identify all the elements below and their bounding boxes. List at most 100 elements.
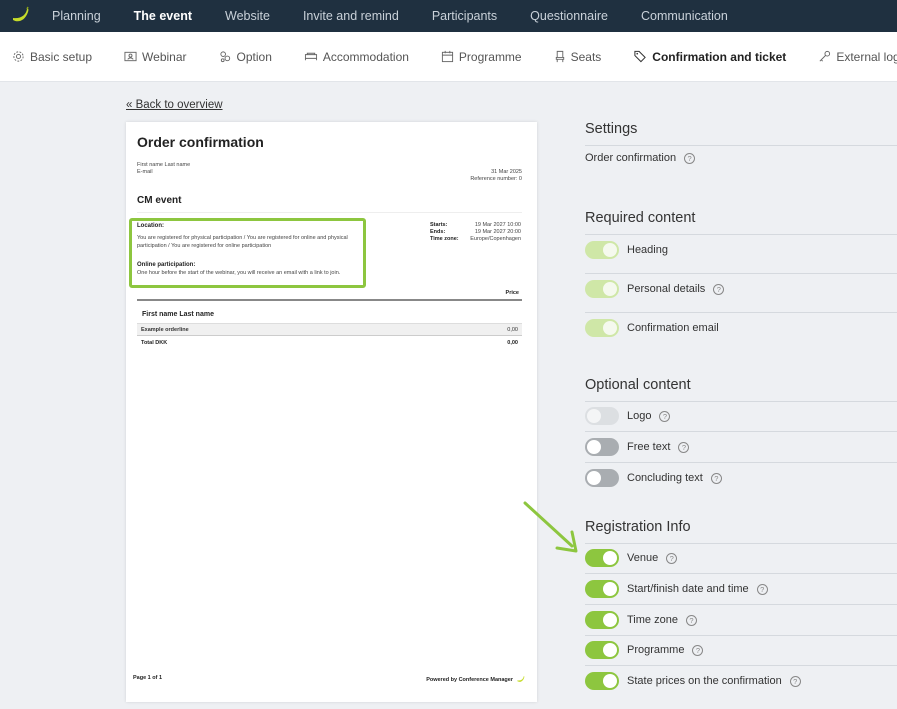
required-content-heading: Required content [585, 210, 696, 226]
subtab-accommodation-label: Accommodation [322, 49, 409, 64]
ticket-icon [634, 50, 647, 63]
subtab-option-label: Option [236, 49, 272, 64]
divider [585, 145, 897, 146]
order-line-label: Example orderline [141, 326, 189, 333]
subtab-webinar-label: Webinar [142, 49, 187, 64]
help-icon[interactable]: ? [756, 583, 768, 595]
help-icon[interactable]: ? [684, 152, 696, 164]
help-icon[interactable]: ? [692, 644, 704, 656]
setting-concluding-text: Concluding text ? [585, 469, 722, 487]
subtab-seats[interactable]: Seats [554, 50, 601, 64]
start-finish-label: Start/finish date and time [627, 583, 749, 595]
divider [585, 573, 897, 574]
subtab-confirmation-and-ticket[interactable]: Confirmation and ticket [633, 50, 786, 64]
personal-details-label: Personal details [627, 283, 706, 295]
setting-confirmation-email: Confirmation email [585, 319, 719, 337]
preview-attendee-name: First name Last name [142, 311, 214, 318]
ends-label: Ends: [430, 229, 446, 235]
preview-title: Order confirmation [137, 134, 264, 150]
total-label: Total DKK [141, 340, 168, 346]
subtab-basic-setup-label: Basic setup [30, 49, 93, 64]
preview-page-info: Page 1 of 1 [133, 675, 163, 681]
personal-details-toggle[interactable] [585, 280, 619, 298]
confirmation-email-label: Confirmation email [627, 322, 719, 334]
preview-personal-details: First name Last name E-mail [137, 162, 190, 176]
setting-logo: Logo ? [585, 407, 671, 425]
preview-event-name: CM event [137, 195, 182, 206]
subtab-external-login-label: External login [836, 49, 897, 64]
start-finish-toggle[interactable] [585, 580, 619, 598]
help-icon[interactable]: ? [713, 283, 725, 295]
subtab-basic-setup[interactable]: Basic setup [12, 50, 92, 64]
subtab-option[interactable]: Option [219, 50, 272, 64]
optional-content-heading: Optional content [585, 377, 691, 393]
logo-toggle[interactable] [585, 407, 619, 425]
tab-the-event[interactable]: The event [134, 9, 192, 23]
setting-start-finish: Start/finish date and time ? [585, 580, 768, 598]
venue-highlight-box [129, 218, 366, 288]
timezone-value: Europe/Copenhagen [470, 236, 521, 242]
back-to-overview-link[interactable]: « Back to overview [126, 99, 223, 111]
divider [585, 604, 897, 605]
setting-venue: Venue ? [585, 549, 678, 567]
settings-heading: Settings [585, 121, 638, 137]
setting-personal-details: Personal details ? [585, 280, 725, 298]
preview-online-label: Online participation: [137, 262, 196, 268]
preview-times: Starts: 19 Mar 2027 10:00 Ends: 19 Mar 202… [430, 222, 521, 243]
subtab-accommodation[interactable]: Accommodation [304, 50, 409, 64]
help-icon[interactable]: ? [678, 441, 690, 453]
divider [585, 401, 897, 402]
tab-invite-and-remind[interactable]: Invite and remind [303, 9, 399, 23]
preview-email: E-mail [137, 169, 153, 175]
tab-communication[interactable]: Communication [641, 9, 728, 23]
divider [585, 543, 897, 544]
preview-location-text: You are registered for physical particip… [137, 235, 348, 249]
help-icon[interactable]: ? [659, 410, 671, 422]
heading-toggle[interactable] [585, 241, 619, 259]
order-line-price: 0,00 [507, 326, 518, 333]
annotation-arrow-icon [523, 501, 578, 553]
state-prices-label: State prices on the confirmation [627, 675, 782, 687]
venue-label: Venue [627, 552, 659, 564]
preview-powered-by: Powered by Conference Manager [426, 675, 526, 684]
preview-date: 31 Mar 2025 [491, 169, 522, 175]
tab-planning[interactable]: Planning [52, 9, 101, 23]
heading-label: Heading [627, 244, 668, 256]
preview-online-text: One hour before the start of the webinar… [137, 270, 341, 276]
setting-free-text: Free text ? [585, 438, 690, 456]
key-icon [819, 50, 831, 62]
state-prices-toggle[interactable] [585, 672, 619, 690]
gear-icon [13, 51, 24, 62]
registration-info-heading: Registration Info [585, 519, 691, 535]
confirmation-email-toggle[interactable] [585, 319, 619, 337]
seat-icon [555, 50, 564, 63]
help-icon[interactable]: ? [710, 472, 722, 484]
tab-website[interactable]: Website [225, 9, 270, 23]
help-icon[interactable]: ? [685, 614, 697, 626]
programme-label: Programme [627, 644, 685, 656]
calendar-icon [441, 50, 453, 63]
preview-reference: Reference number: 0 [470, 176, 522, 182]
bed-icon [304, 52, 317, 61]
option-icon [219, 51, 230, 63]
top-navigation: Planning The event Website Invite and re… [0, 0, 897, 32]
help-icon[interactable]: ? [789, 675, 801, 687]
banana-logo-icon[interactable] [4, 0, 38, 32]
help-icon[interactable]: ? [666, 552, 678, 564]
tab-questionnaire[interactable]: Questionnaire [530, 9, 608, 23]
programme-toggle[interactable] [585, 641, 619, 659]
time-zone-toggle[interactable] [585, 611, 619, 629]
divider [585, 312, 897, 313]
divider [585, 462, 897, 463]
setting-programme: Programme ? [585, 641, 704, 659]
venue-toggle[interactable] [585, 549, 619, 567]
preview-name: First name Last name [137, 162, 191, 168]
subtab-external-login[interactable]: External login [818, 50, 897, 64]
tab-participants[interactable]: Participants [432, 9, 497, 23]
concluding-text-toggle[interactable] [585, 469, 619, 487]
free-text-toggle[interactable] [585, 438, 619, 456]
subtab-webinar[interactable]: Webinar [124, 49, 187, 64]
subtab-programme[interactable]: Programme [441, 50, 522, 64]
divider [585, 665, 897, 666]
total-value: 0,00 [507, 340, 518, 346]
